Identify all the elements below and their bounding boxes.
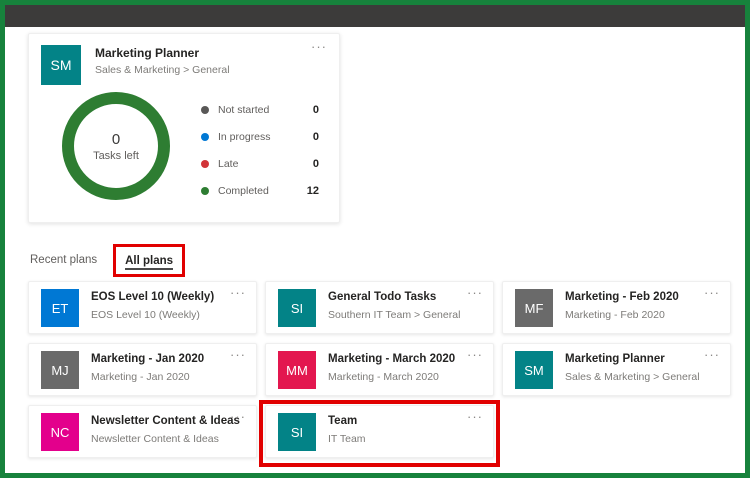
annotation-box-all-plans: All plans <box>113 244 185 277</box>
browser-top-bar <box>5 5 745 27</box>
legend-row-in-progress: In progress 0 <box>201 123 319 150</box>
tasks-donut-chart: 0 Tasks left <box>62 92 170 200</box>
plans-grid: ET EOS Level 10 (Weekly) EOS Level 10 (W… <box>28 281 731 458</box>
plan-subtitle: EOS Level 10 (Weekly) <box>91 309 200 321</box>
plan-avatar: SI <box>278 289 316 327</box>
plan-avatar: SM <box>515 351 553 389</box>
plan-avatar: ET <box>41 289 79 327</box>
plan-card-team[interactable]: SI Team IT Team ··· <box>265 405 494 458</box>
plan-title: Marketing - Feb 2020 <box>565 291 679 303</box>
plan-card-eos-level-10[interactable]: ET EOS Level 10 (Weekly) EOS Level 10 (W… <box>28 281 257 334</box>
plan-subtitle: Marketing - March 2020 <box>328 371 439 383</box>
legend-label: Not started <box>218 104 313 116</box>
breadcrumb: Sales & Marketing > General <box>95 64 230 76</box>
more-options-icon[interactable]: ··· <box>311 40 327 54</box>
more-options-icon[interactable]: ··· <box>230 410 246 424</box>
plan-avatar: MF <box>515 289 553 327</box>
plan-title: Marketing - Jan 2020 <box>91 353 204 365</box>
planner-window: SM Marketing Planner Sales & Marketing >… <box>0 0 750 478</box>
tasks-left-label: Tasks left <box>93 150 139 162</box>
plan-card-marketing-march-2020[interactable]: MM Marketing - March 2020 Marketing - Ma… <box>265 343 494 396</box>
more-options-icon[interactable]: ··· <box>704 348 720 362</box>
plan-avatar: SM <box>41 45 81 85</box>
tasks-left-count: 0 <box>112 131 120 148</box>
plan-subtitle: Marketing - Jan 2020 <box>91 371 190 383</box>
legend-label: In progress <box>218 131 313 143</box>
plan-title: Marketing Planner <box>565 353 665 365</box>
plan-card-general-todo-tasks[interactable]: SI General Todo Tasks Southern IT Team >… <box>265 281 494 334</box>
plan-card-newsletter-content-ideas[interactable]: NC Newsletter Content & Ideas Newsletter… <box>28 405 257 458</box>
more-options-icon[interactable]: ··· <box>467 348 483 362</box>
tab-recent-plans[interactable]: Recent plans <box>30 254 97 266</box>
more-options-icon[interactable]: ··· <box>704 286 720 300</box>
legend-row-not-started: Not started 0 <box>201 96 319 123</box>
more-options-icon[interactable]: ··· <box>230 286 246 300</box>
plan-card-marketing-feb-2020[interactable]: MF Marketing - Feb 2020 Marketing - Feb … <box>502 281 731 334</box>
plan-title: Marketing - March 2020 <box>328 353 455 365</box>
more-options-icon[interactable]: ··· <box>230 348 246 362</box>
plan-subtitle: Newsletter Content & Ideas <box>91 433 219 445</box>
plan-card-marketing-planner[interactable]: SM Marketing Planner Sales & Marketing >… <box>502 343 731 396</box>
plan-title: Marketing Planner <box>95 46 199 60</box>
plan-card-marketing-jan-2020[interactable]: MJ Marketing - Jan 2020 Marketing - Jan … <box>28 343 257 396</box>
legend-label: Late <box>218 158 313 170</box>
legend-value: 0 <box>313 158 319 170</box>
legend-value: 0 <box>313 104 319 116</box>
plan-title: EOS Level 10 (Weekly) <box>91 291 214 303</box>
plan-avatar: MJ <box>41 351 79 389</box>
plan-avatar: SI <box>278 413 316 451</box>
in-progress-dot-icon <box>201 133 209 141</box>
plan-subtitle: IT Team <box>328 433 366 445</box>
legend-row-late: Late 0 <box>201 150 319 177</box>
more-options-icon[interactable]: ··· <box>467 410 483 424</box>
completed-dot-icon <box>201 187 209 195</box>
plan-title: Team <box>328 415 357 427</box>
plan-title: General Todo Tasks <box>328 291 436 303</box>
plan-subtitle: Southern IT Team > General <box>328 309 460 321</box>
legend-value: 12 <box>307 185 319 197</box>
plan-subtitle: Marketing - Feb 2020 <box>565 309 665 321</box>
plan-subtitle: Sales & Marketing > General <box>565 371 700 383</box>
plans-tab-row: Recent plans All plans <box>30 245 185 275</box>
plan-avatar: MM <box>278 351 316 389</box>
legend-label: Completed <box>218 185 307 197</box>
plan-title: Newsletter Content & Ideas <box>91 415 240 427</box>
plan-avatar: NC <box>41 413 79 451</box>
tab-all-plans[interactable]: All plans <box>125 255 173 270</box>
chart-legend: Not started 0 In progress 0 Late 0 Compl… <box>201 96 319 204</box>
more-options-icon[interactable]: ··· <box>467 286 483 300</box>
summary-card-marketing-planner[interactable]: SM Marketing Planner Sales & Marketing >… <box>28 33 340 223</box>
legend-row-completed: Completed 12 <box>201 177 319 204</box>
not-started-dot-icon <box>201 106 209 114</box>
late-dot-icon <box>201 160 209 168</box>
legend-value: 0 <box>313 131 319 143</box>
